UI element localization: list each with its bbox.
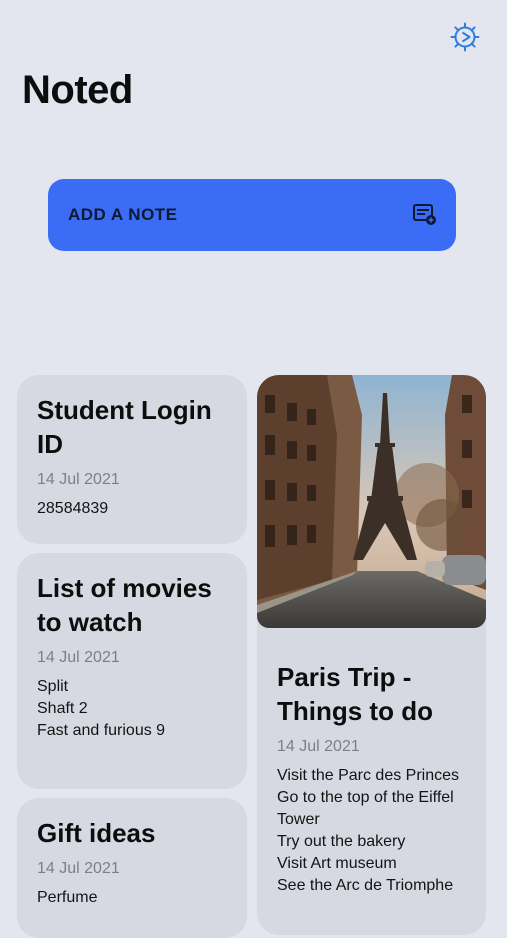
page-title: Noted — [22, 68, 133, 112]
note-date: 14 Jul 2021 — [37, 471, 120, 488]
note-line: Split — [37, 678, 69, 695]
eiffel-tower-photo — [257, 375, 486, 628]
note-title: List of movies to watch — [37, 573, 212, 637]
note-body: Split Shaft 2 Fast and furious 9 — [37, 676, 227, 742]
note-card-student-login[interactable]: Student Login ID 14 Jul 2021 28584839 — [17, 375, 247, 544]
note-line: Try out the bakery — [277, 833, 406, 850]
note-card-gift-ideas[interactable]: Gift ideas 14 Jul 2021 Perfume — [17, 798, 247, 938]
note-body: Perfume — [37, 887, 227, 909]
note-add-icon — [413, 204, 436, 225]
note-title: Paris Trip - Things to do — [277, 662, 433, 726]
note-body: Visit the Parc des Princes Go to the top… — [277, 765, 466, 897]
note-card-movies[interactable]: List of movies to watch 14 Jul 2021 Spli… — [17, 553, 247, 789]
note-line: Fast and furious 9 — [37, 722, 166, 739]
note-date: 14 Jul 2021 — [277, 738, 360, 755]
note-line: Go to the top of the Eiffel — [277, 789, 454, 806]
add-note-button[interactable]: ADD A NOTE — [48, 179, 456, 251]
gear-icon — [450, 22, 480, 52]
note-date: 14 Jul 2021 — [37, 860, 120, 877]
note-line: Visit the Parc des Princes — [277, 767, 460, 784]
note-line: Visit Art museum — [277, 855, 397, 872]
note-title: Student Login ID — [37, 395, 212, 459]
note-body: 28584839 — [37, 498, 227, 520]
note-line: Perfume — [37, 889, 98, 906]
note-line: 28584839 — [37, 500, 109, 517]
note-line: Tower — [277, 811, 320, 828]
note-card-paris-trip[interactable]: Paris Trip - Things to do 14 Jul 2021 Vi… — [257, 375, 486, 935]
add-note-label: ADD A NOTE — [68, 205, 178, 224]
note-title: Gift ideas — [37, 818, 156, 848]
note-line: Shaft 2 — [37, 700, 88, 717]
note-line: See the Arc de Triomphe — [277, 877, 454, 894]
settings-button[interactable] — [449, 21, 481, 53]
note-date: 14 Jul 2021 — [37, 649, 120, 666]
